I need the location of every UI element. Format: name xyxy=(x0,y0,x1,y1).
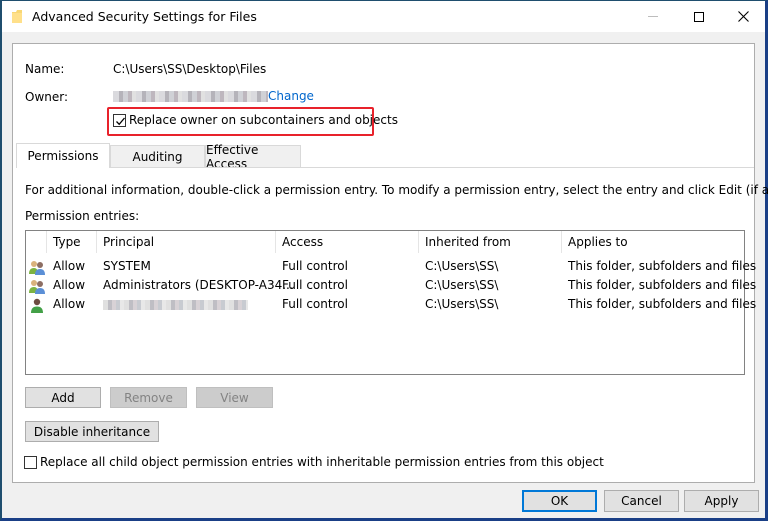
table-row[interactable]: Allow Administrators (DESKTOP-A34... Ful… xyxy=(26,276,756,295)
replace-child-permissions-checkbox[interactable] xyxy=(24,456,37,469)
remove-button[interactable]: Remove xyxy=(110,387,187,408)
column-header-inherited-from[interactable]: Inherited from xyxy=(418,231,561,253)
cell-type: Allow xyxy=(53,278,86,292)
tab-divider xyxy=(16,167,754,168)
list-header: Type Principal Access Inherited from App… xyxy=(26,231,744,253)
maximize-icon xyxy=(693,11,704,22)
permission-entries-list[interactable]: Type Principal Access Inherited from App… xyxy=(25,230,756,375)
cell-applies-to: This folder, subfolders and files xyxy=(568,297,757,311)
cell-principal-redacted xyxy=(103,300,248,310)
column-header-principal[interactable]: Principal xyxy=(96,231,275,253)
group-icon xyxy=(29,261,45,275)
cell-applies-to: This folder, subfolders and files xyxy=(568,278,757,292)
tab-permissions-label: Permissions xyxy=(27,149,99,163)
permission-entries-label: Permission entries: xyxy=(25,209,140,223)
content-panel: Name: C:\Users\SS\Desktop\Files Owner: C… xyxy=(12,43,768,483)
cell-principal: SYSTEM xyxy=(103,259,151,273)
checkmark-icon xyxy=(116,117,125,126)
cell-principal: Administrators (DESKTOP-A34... xyxy=(103,278,294,292)
cell-inherited-from: C:\Users\SS\ xyxy=(425,259,499,273)
apply-button[interactable]: Apply xyxy=(684,490,759,512)
group-icon xyxy=(29,280,45,294)
tab-effective-access[interactable]: Effective Access xyxy=(205,143,301,171)
cell-type: Allow xyxy=(53,259,86,273)
close-button[interactable] xyxy=(721,1,766,32)
name-label: Name: xyxy=(25,62,65,76)
maximize-button[interactable] xyxy=(676,1,721,32)
cell-access: Full control xyxy=(282,278,348,292)
folder-icon xyxy=(12,10,22,23)
user-icon xyxy=(31,298,43,313)
tab-auditing[interactable]: Auditing xyxy=(110,145,205,167)
window-title: Advanced Security Settings for Files xyxy=(32,9,257,24)
add-button[interactable]: Add xyxy=(25,387,101,408)
replace-child-permissions-label: Replace all child object permission entr… xyxy=(40,455,604,469)
cell-access: Full control xyxy=(282,259,348,273)
cell-inherited-from: C:\Users\SS\ xyxy=(425,297,499,311)
cell-access: Full control xyxy=(282,297,348,311)
owner-value-redacted xyxy=(113,91,268,102)
close-icon xyxy=(738,11,749,22)
column-header-type[interactable]: Type xyxy=(46,231,96,253)
cell-type: Allow xyxy=(53,297,86,311)
tab-auditing-label: Auditing xyxy=(132,149,183,164)
column-header-applies-to[interactable]: Applies to xyxy=(561,231,744,253)
table-row[interactable]: Allow Full control C:\Users\SS\ This fol… xyxy=(26,295,756,314)
title-bar: Advanced Security Settings for Files xyxy=(2,1,765,32)
advanced-security-settings-window: Advanced Security Settings for Files Nam… xyxy=(0,0,768,521)
cancel-button[interactable]: Cancel xyxy=(604,490,679,512)
instructions-text: For additional information, double-click… xyxy=(25,183,768,197)
table-row[interactable]: Allow SYSTEM Full control C:\Users\SS\ T… xyxy=(26,257,756,276)
disable-inheritance-button[interactable]: Disable inheritance xyxy=(25,421,159,442)
change-owner-link[interactable]: Change xyxy=(268,89,314,103)
view-button[interactable]: View xyxy=(196,387,273,408)
owner-label: Owner: xyxy=(25,90,69,104)
cell-inherited-from: C:\Users\SS\ xyxy=(425,278,499,292)
tab-permissions[interactable]: Permissions xyxy=(16,143,110,168)
column-header-access[interactable]: Access xyxy=(275,231,418,253)
minimize-icon xyxy=(647,16,658,17)
name-value: C:\Users\SS\Desktop\Files xyxy=(113,62,267,76)
replace-owner-label: Replace owner on subcontainers and objec… xyxy=(129,113,398,127)
cell-applies-to: This folder, subfolders and files xyxy=(568,259,757,273)
ok-button[interactable]: OK xyxy=(522,490,597,512)
replace-owner-checkbox[interactable] xyxy=(113,114,126,127)
minimize-button[interactable] xyxy=(630,1,675,32)
